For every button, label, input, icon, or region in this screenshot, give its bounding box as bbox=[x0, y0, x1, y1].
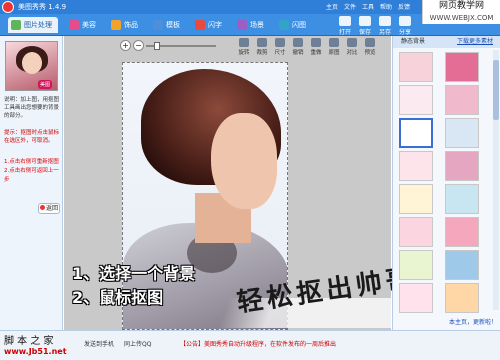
tab-beauty[interactable]: 美容 bbox=[66, 17, 102, 33]
scenes-icon bbox=[237, 20, 247, 30]
undo-icon bbox=[293, 38, 303, 47]
tab-photo-edit[interactable]: 图片处理 bbox=[8, 17, 58, 33]
folder-icon bbox=[339, 16, 351, 26]
material-thumbnail[interactable] bbox=[399, 52, 433, 82]
menu-home[interactable]: 主页 bbox=[326, 2, 338, 11]
material-thumbnail[interactable] bbox=[399, 283, 433, 313]
material-thumbnail[interactable] bbox=[399, 151, 433, 181]
original-icon bbox=[329, 38, 339, 47]
tip-text: 提示：抠图时点击鼠标在选区外，可取消。 bbox=[4, 130, 60, 144]
tab-scenes[interactable]: 场景 bbox=[234, 17, 270, 33]
rotate-icon bbox=[239, 38, 249, 47]
material-thumbnail[interactable] bbox=[399, 118, 433, 148]
material-thumbnail[interactable] bbox=[399, 217, 433, 247]
photo-edit-icon bbox=[11, 20, 21, 30]
preview-button[interactable]: 预览 bbox=[362, 38, 378, 56]
back-button[interactable]: 返回 bbox=[38, 203, 60, 214]
redo-button[interactable]: 重做 bbox=[308, 38, 324, 56]
material-thumbnail[interactable] bbox=[399, 85, 433, 115]
right-footer-link[interactable]: 本主页，更新啦！ bbox=[393, 316, 500, 330]
compare-icon bbox=[347, 38, 357, 47]
zoom-control: + − bbox=[120, 40, 220, 52]
tab-templates[interactable]: 模板 bbox=[150, 17, 186, 33]
save-as-button[interactable]: 另存 bbox=[376, 16, 394, 36]
scrollbar-thumb[interactable] bbox=[493, 60, 499, 120]
material-thumbnail[interactable] bbox=[445, 118, 479, 148]
crop-icon bbox=[257, 38, 267, 47]
right-panel: 静态背景 下载更多素材 本主页，更新啦！ bbox=[392, 36, 500, 330]
share-button[interactable]: 分享 bbox=[396, 16, 414, 36]
app-title: 美图秀秀 1.4.9 bbox=[18, 3, 67, 11]
zoom-slider-thumb[interactable] bbox=[154, 42, 160, 50]
material-thumbnail[interactable] bbox=[445, 184, 479, 214]
rotate-button[interactable]: 旋转 bbox=[236, 38, 252, 56]
scrollbar[interactable] bbox=[493, 50, 499, 310]
accessories-icon bbox=[111, 20, 121, 30]
overlay-step: 2、鼠标抠图 bbox=[72, 288, 164, 307]
templates-icon bbox=[153, 20, 163, 30]
brand-badge: 美图 bbox=[38, 80, 53, 89]
redo-icon bbox=[311, 38, 321, 47]
menu-file[interactable]: 文件 bbox=[344, 2, 356, 11]
tab-accessories[interactable]: 饰品 bbox=[108, 17, 144, 33]
save-as-icon bbox=[379, 16, 391, 26]
material-thumbnail[interactable] bbox=[445, 151, 479, 181]
left-panel: 美图 说明：加上图，用抠图工具画出您想要的背景的部分。 提示：抠图时点击鼠标在选… bbox=[0, 36, 63, 330]
upload-qq-link[interactable]: 同上传QQ bbox=[124, 339, 151, 348]
material-thumbnail[interactable] bbox=[445, 250, 479, 280]
status-bar: 脚 本 之 家 www.Jb51.net 发送到手机 同上传QQ 【公告】美图秀… bbox=[0, 330, 500, 360]
watermark-url: WWW.WEBJX.COM bbox=[429, 14, 494, 22]
flash-text-icon bbox=[195, 20, 205, 30]
share-icon bbox=[399, 16, 411, 26]
save-button[interactable]: 保存 bbox=[356, 16, 374, 36]
step-item: 2.点击右侧可返回上一步 bbox=[4, 168, 59, 183]
site-logo: 脚 本 之 家 bbox=[4, 336, 54, 347]
material-thumbnail[interactable] bbox=[399, 250, 433, 280]
material-thumbnail[interactable] bbox=[445, 283, 479, 313]
back-icon bbox=[39, 205, 45, 210]
steps-list: 1.点击右侧可重新抠图 2.点击右侧可返回上一步 bbox=[4, 158, 60, 185]
announcement-text: 【公告】美图秀秀自动升级程序，在软件发布的一周后推出 bbox=[180, 341, 337, 348]
app-logo-icon bbox=[2, 1, 14, 13]
save-icon bbox=[359, 16, 371, 26]
material-category[interactable]: 静态背景 bbox=[401, 36, 425, 48]
open-button[interactable]: 打开 bbox=[336, 16, 354, 36]
crop-button[interactable]: 裁剪 bbox=[254, 38, 270, 56]
original-button[interactable]: 原图 bbox=[326, 38, 342, 56]
beauty-icon bbox=[69, 20, 79, 30]
menu-help[interactable]: 帮助 bbox=[380, 2, 392, 11]
overlay-steps: 1、选择一个背景 2、鼠标抠图 bbox=[72, 262, 195, 310]
site-watermark: 网页教学网 WWW.WEBJX.COM bbox=[422, 0, 500, 24]
material-thumbnail[interactable] bbox=[445, 217, 479, 247]
resize-icon bbox=[275, 38, 285, 47]
overlay-step: 1、选择一个背景 bbox=[72, 264, 196, 283]
instructions-text: 说明：加上图，用抠图工具画出您想要的背景的部分。 bbox=[4, 97, 60, 119]
compare-button[interactable]: 对比 bbox=[344, 38, 360, 56]
zoom-out-icon[interactable]: − bbox=[133, 40, 144, 51]
watermark-name: 网页教学网 bbox=[438, 1, 484, 11]
material-thumbnail[interactable] bbox=[445, 52, 479, 82]
download-more-link[interactable]: 下载更多素材 bbox=[457, 36, 493, 48]
material-thumbnail[interactable] bbox=[399, 184, 433, 214]
send-to-phone-link[interactable]: 发送到手机 bbox=[84, 339, 114, 348]
zoom-in-icon[interactable]: + bbox=[120, 40, 131, 51]
preview-icon bbox=[365, 38, 375, 47]
undo-button[interactable]: 撤销 bbox=[290, 38, 306, 56]
zoom-slider[interactable] bbox=[146, 42, 216, 50]
menu-tools[interactable]: 工具 bbox=[362, 2, 374, 11]
site-url: www.Jb51.net bbox=[4, 347, 67, 356]
menu-feedback[interactable]: 反馈 bbox=[398, 2, 410, 11]
resize-button[interactable]: 尺寸 bbox=[272, 38, 288, 56]
flash-image-icon bbox=[279, 20, 289, 30]
tab-flash-image[interactable]: 闪图 bbox=[276, 17, 312, 33]
material-thumbnail[interactable] bbox=[445, 85, 479, 115]
avatar: 美图 bbox=[5, 41, 58, 91]
tab-flash-text[interactable]: 闪字 bbox=[192, 17, 228, 33]
step-item: 1.点击右侧可重新抠图 bbox=[4, 159, 59, 165]
material-header: 静态背景 下载更多素材 bbox=[393, 36, 500, 48]
